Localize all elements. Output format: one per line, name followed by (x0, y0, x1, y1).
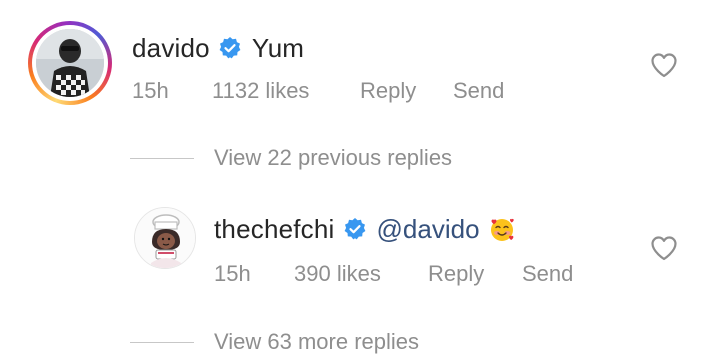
comment-text: Yum (251, 32, 304, 63)
comment-header: thechefchi @davido (214, 207, 516, 251)
likes-count[interactable]: 1132 likes (212, 78, 360, 104)
username[interactable]: thechefchi (214, 214, 335, 245)
chef-profile-icon (135, 208, 195, 268)
comment-thechefchi: thechefchi @davido 15h 390 likes Reply S… (0, 207, 720, 297)
verified-badge-icon (219, 37, 241, 59)
comment-meta: 15h 1132 likes Reply Send (132, 76, 504, 106)
avatar-thechefchi[interactable] (134, 207, 196, 269)
reply-button[interactable]: Reply (428, 261, 522, 287)
avatar-davido[interactable] (28, 21, 112, 105)
smiling-face-with-hearts-icon (490, 218, 514, 241)
like-heart-icon[interactable] (650, 52, 678, 78)
like-heart-icon[interactable] (650, 235, 678, 261)
comment-meta: 15h 390 likes Reply Send (214, 259, 573, 289)
timestamp: 15h (214, 261, 251, 286)
username[interactable]: davido (132, 33, 210, 64)
view-more-replies[interactable]: View 63 more replies (130, 327, 419, 357)
send-button[interactable]: Send (453, 78, 504, 104)
divider (130, 157, 194, 159)
likes-count[interactable]: 390 likes (294, 261, 428, 287)
view-previous-replies-label: View 22 previous replies (214, 145, 453, 170)
verified-badge-icon (344, 218, 365, 240)
comment-header: davido Yum (132, 28, 304, 68)
comment-davido: davido Yum 15h 1132 likes Reply Send (0, 20, 720, 120)
view-previous-replies[interactable]: View 22 previous replies (130, 143, 452, 173)
send-button[interactable]: Send (522, 261, 573, 287)
timestamp: 15h (132, 78, 169, 103)
reply-button[interactable]: Reply (360, 78, 453, 104)
profile-photo-icon (36, 29, 104, 97)
view-more-replies-label: View 63 more replies (214, 329, 420, 354)
mention-link[interactable]: @davido (377, 214, 480, 245)
divider (130, 341, 194, 343)
